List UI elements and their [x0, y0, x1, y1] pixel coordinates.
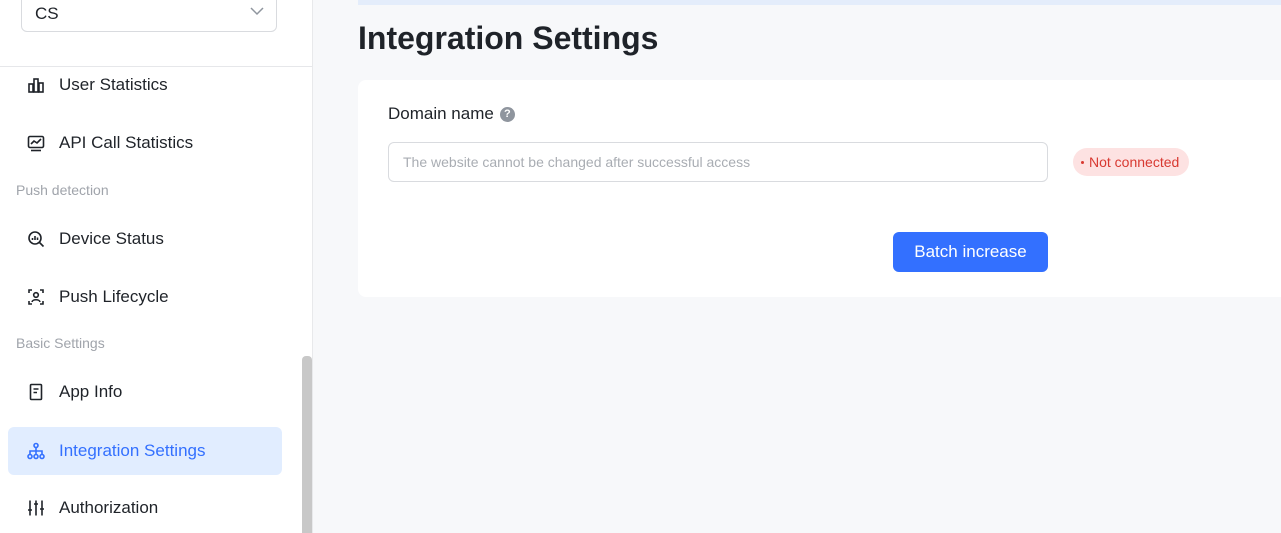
app-select-value: CS: [35, 4, 59, 23]
sidebar-scrollbar[interactable]: [302, 356, 312, 533]
app-select[interactable]: CS: [21, 0, 277, 32]
sidebar-item-authorization[interactable]: Authorization: [8, 484, 282, 532]
sidebar-item-label: Authorization: [59, 498, 159, 517]
help-icon[interactable]: ?: [499, 106, 515, 122]
document-icon: [27, 383, 45, 401]
batch-increase-button[interactable]: Batch increase: [893, 232, 1048, 272]
sidebar-item-label: Push Lifecycle: [59, 287, 169, 306]
status-badge: Not connected: [1073, 148, 1190, 176]
sidebar-item-api-call-statistics[interactable]: API Call Statistics: [8, 119, 282, 167]
sidebar-item-push-lifecycle[interactable]: Push Lifecycle: [8, 273, 282, 321]
sidebar-item-label: API Call Statistics: [59, 133, 194, 152]
sidebar-item-label: User Statistics: [59, 75, 168, 94]
page-title: Integration Settings: [358, 20, 659, 56]
sidebar-item-app-info[interactable]: App Info: [8, 368, 282, 416]
domain-name-label: Domain name ?: [388, 104, 515, 124]
sidebar-item-integration-settings[interactable]: Integration Settings: [8, 427, 282, 475]
chevron-down-icon: [250, 7, 264, 16]
sidebar-item-user-statistics[interactable]: User Statistics: [8, 61, 282, 109]
status-dot: [1081, 160, 1084, 164]
group-label-basic-settings: Basic Settings: [16, 335, 105, 351]
sidebar-item-device-status[interactable]: Device Status: [8, 215, 282, 263]
network-icon: [27, 442, 45, 460]
sliders-icon: [27, 499, 45, 517]
sidebar-item-label: App Info: [59, 382, 123, 401]
main-content: Integration Settings Domain name ? Not c…: [313, 0, 1281, 533]
status-text: Not connected: [1089, 154, 1180, 170]
top-banner-strip: [358, 0, 1281, 5]
line-chart-icon: [27, 134, 45, 152]
sidebar: CS User Statistics API Call Statistics P…: [0, 0, 313, 533]
sidebar-item-label: Integration Settings: [59, 441, 206, 460]
sidebar-item-label: Device Status: [59, 229, 164, 248]
domain-name-label-text: Domain name: [388, 104, 494, 123]
bar-chart-icon: [27, 76, 45, 94]
user-card-icon: [27, 288, 45, 306]
group-label-push-detection: Push detection: [16, 182, 109, 198]
domain-name-input[interactable]: [388, 142, 1048, 182]
integration-card: Domain name ? Not connected Batch increa…: [358, 80, 1281, 297]
search-chart-icon: [27, 230, 45, 248]
